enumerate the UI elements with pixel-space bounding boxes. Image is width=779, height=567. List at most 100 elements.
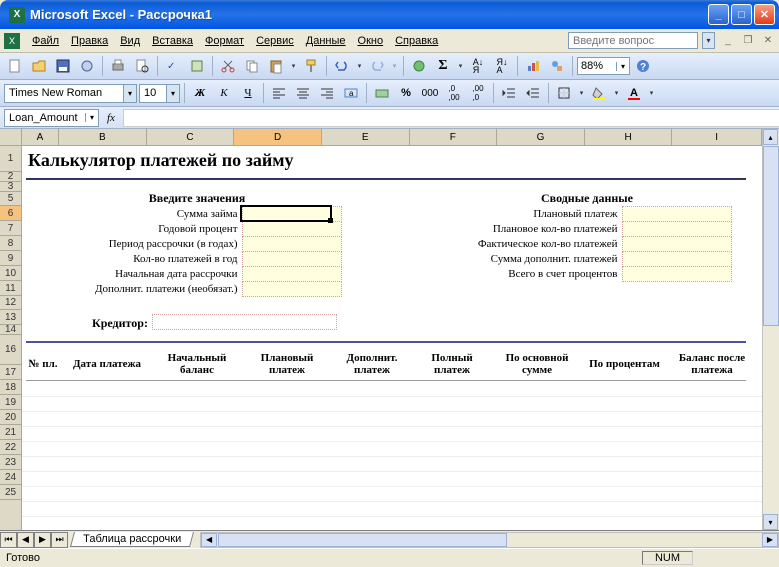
row-header-22[interactable]: 22 xyxy=(0,440,21,455)
new-icon[interactable] xyxy=(4,55,26,77)
menu-insert[interactable]: Вставка xyxy=(146,33,199,49)
close-button[interactable]: ✕ xyxy=(754,4,775,25)
increase-indent-icon[interactable] xyxy=(522,82,544,104)
horizontal-scrollbar[interactable]: ◀ ▶ xyxy=(200,532,779,548)
tab-first[interactable]: ⏮ xyxy=(0,532,17,548)
column-header-F[interactable]: F xyxy=(410,129,498,145)
creditor-input[interactable] xyxy=(152,314,337,330)
column-header-C[interactable]: C xyxy=(147,129,235,145)
hscroll-thumb[interactable] xyxy=(218,533,506,547)
undo-dropdown[interactable]: ▾ xyxy=(355,55,364,77)
italic-icon[interactable]: К xyxy=(213,82,235,104)
column-header-H[interactable]: H xyxy=(585,129,673,145)
font-name-box[interactable]: ▾ xyxy=(4,84,137,103)
sheet-tab[interactable]: Таблица рассрочки xyxy=(70,532,194,547)
redo-icon[interactable] xyxy=(366,55,388,77)
column-header-E[interactable]: E xyxy=(322,129,410,145)
cells-area[interactable]: Калькулятор платежей по займу Введите зн… xyxy=(22,146,762,530)
payments-per-year-input[interactable] xyxy=(242,252,342,267)
chart-icon[interactable] xyxy=(522,55,544,77)
name-box-input[interactable] xyxy=(5,112,85,124)
font-color-dropdown[interactable]: ▾ xyxy=(647,82,656,104)
tab-last[interactable]: ⏭ xyxy=(51,532,68,548)
menu-service[interactable]: Сервис xyxy=(250,33,300,49)
row-header-24[interactable]: 24 xyxy=(0,470,21,485)
menu-window[interactable]: Окно xyxy=(352,33,390,49)
row-header-5[interactable]: 5 xyxy=(0,192,21,206)
column-header-G[interactable]: G xyxy=(497,129,585,145)
zoom-box[interactable]: ▾ xyxy=(577,57,630,75)
fill-color-icon[interactable] xyxy=(588,82,610,104)
print-icon[interactable] xyxy=(107,55,129,77)
row-header-23[interactable]: 23 xyxy=(0,455,21,470)
menu-file[interactable]: Файл xyxy=(26,33,65,49)
row-header-9[interactable]: 9 xyxy=(0,251,21,266)
paste-icon[interactable] xyxy=(265,55,287,77)
app-icon-small[interactable]: X xyxy=(4,33,20,49)
save-icon[interactable] xyxy=(52,55,74,77)
doc-close[interactable]: ✕ xyxy=(761,34,775,48)
font-name-input[interactable] xyxy=(5,87,123,99)
vertical-scrollbar[interactable]: ▴ ▾ xyxy=(762,129,779,530)
percent-icon[interactable]: % xyxy=(395,82,417,104)
loan-period-input[interactable] xyxy=(242,237,342,252)
open-icon[interactable] xyxy=(28,55,50,77)
minimize-button[interactable]: _ xyxy=(708,4,729,25)
research-icon[interactable] xyxy=(186,55,208,77)
align-left-icon[interactable] xyxy=(268,82,290,104)
spelling-icon[interactable]: ✓ xyxy=(162,55,184,77)
row-header-13[interactable]: 13 xyxy=(0,310,21,325)
name-box[interactable]: ▾ xyxy=(4,109,99,127)
extra-payments-input[interactable] xyxy=(242,282,342,297)
zoom-input[interactable] xyxy=(578,60,616,72)
menu-edit[interactable]: Правка xyxy=(65,33,114,49)
row-header-17[interactable]: 17 xyxy=(0,365,21,380)
hyperlink-icon[interactable] xyxy=(408,55,430,77)
paste-dropdown[interactable]: ▾ xyxy=(289,55,298,77)
doc-minimize[interactable]: _ xyxy=(721,34,735,48)
select-all-corner[interactable] xyxy=(0,129,21,146)
sort-desc-icon[interactable]: Я↓А xyxy=(491,55,513,77)
row-header-18[interactable]: 18 xyxy=(0,380,21,395)
fx-icon[interactable]: fx xyxy=(107,112,115,124)
row-header-25[interactable]: 25 xyxy=(0,485,21,500)
column-header-I[interactable]: I xyxy=(672,129,762,145)
underline-icon[interactable]: Ч xyxy=(237,82,259,104)
borders-dropdown[interactable]: ▾ xyxy=(577,82,586,104)
row-header-3[interactable]: 3 xyxy=(0,182,21,192)
borders-icon[interactable] xyxy=(553,82,575,104)
row-header-7[interactable]: 7 xyxy=(0,221,21,236)
row-header-1[interactable]: 1 xyxy=(0,146,21,172)
row-header-11[interactable]: 11 xyxy=(0,281,21,296)
loan-amount-input[interactable] xyxy=(242,207,342,222)
autosum-icon[interactable]: Σ xyxy=(432,55,454,77)
align-right-icon[interactable] xyxy=(316,82,338,104)
drawing-icon[interactable] xyxy=(546,55,568,77)
column-header-B[interactable]: B xyxy=(59,129,147,145)
row-header-19[interactable]: 19 xyxy=(0,395,21,410)
permission-icon[interactable] xyxy=(76,55,98,77)
row-header-21[interactable]: 21 xyxy=(0,425,21,440)
maximize-button[interactable]: □ xyxy=(731,4,752,25)
fill-color-dropdown[interactable]: ▾ xyxy=(612,82,621,104)
comma-icon[interactable]: 000 xyxy=(419,82,441,104)
start-date-input[interactable] xyxy=(242,267,342,282)
decrease-decimal-icon[interactable]: ,00,0 xyxy=(467,82,489,104)
tab-next[interactable]: ▶ xyxy=(34,532,51,548)
currency-icon[interactable] xyxy=(371,82,393,104)
sort-asc-icon[interactable]: А↓Я xyxy=(467,55,489,77)
merge-center-icon[interactable]: a xyxy=(340,82,362,104)
help-search-input[interactable] xyxy=(568,32,698,49)
row-header-12[interactable]: 12 xyxy=(0,296,21,310)
undo-icon[interactable] xyxy=(331,55,353,77)
format-painter-icon[interactable] xyxy=(300,55,322,77)
row-header-10[interactable]: 10 xyxy=(0,266,21,281)
row-header-16[interactable]: 16 xyxy=(0,335,21,365)
doc-restore[interactable]: ❐ xyxy=(741,34,755,48)
menu-data[interactable]: Данные xyxy=(300,33,352,49)
row-header-14[interactable]: 14 xyxy=(0,325,21,335)
help-dropdown[interactable]: ▾ xyxy=(702,32,715,49)
column-header-A[interactable]: A xyxy=(22,129,59,145)
cut-icon[interactable] xyxy=(217,55,239,77)
redo-dropdown[interactable]: ▾ xyxy=(390,55,399,77)
